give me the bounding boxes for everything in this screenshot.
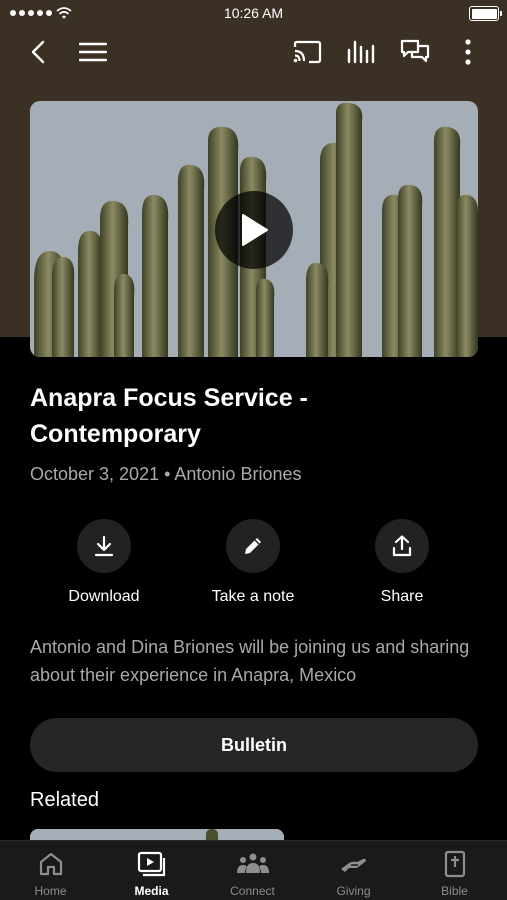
bible-icon — [443, 850, 467, 878]
tab-connect-label: Connect — [230, 884, 275, 898]
share-label: Share — [380, 588, 424, 605]
tab-media-label: Media — [134, 884, 169, 898]
video-thumbnail[interactable] — [30, 101, 478, 357]
chat-button[interactable] — [397, 36, 433, 68]
share-icon — [375, 519, 429, 573]
cast-button[interactable] — [289, 36, 325, 68]
play-icon — [242, 214, 268, 246]
take-note-label: Take a note — [211, 588, 295, 605]
connect-icon — [236, 850, 270, 878]
tab-home-label: Home — [34, 884, 67, 898]
bulletin-button[interactable]: Bulletin — [30, 718, 478, 772]
tab-bible[interactable]: Bible — [404, 841, 505, 900]
bottom-tab-bar: Home Media Connect Giving Bible — [0, 840, 507, 900]
cast-icon — [293, 40, 322, 64]
action-row: Download Take a note Share — [0, 519, 507, 611]
media-meta: October 3, 2021 • Antonio Briones — [30, 464, 302, 484]
tab-connect[interactable]: Connect — [202, 841, 303, 900]
download-button[interactable]: Download — [29, 519, 179, 606]
pencil-icon — [226, 519, 280, 573]
tab-media[interactable]: Media — [101, 841, 202, 900]
tab-giving[interactable]: Giving — [303, 841, 404, 900]
menu-icon — [79, 42, 107, 62]
status-bar: 10:26 AM — [0, 0, 507, 28]
back-button[interactable] — [20, 36, 56, 68]
back-chevron-icon — [31, 40, 45, 64]
battery-icon — [469, 6, 502, 21]
status-time: 10:26 AM — [223, 5, 284, 21]
more-icon — [465, 39, 471, 65]
tab-bible-label: Bible — [441, 884, 468, 898]
media-icon — [137, 850, 167, 878]
more-button[interactable] — [450, 36, 486, 68]
chat-icon — [400, 39, 430, 63]
tab-giving-label: Giving — [336, 884, 371, 898]
media-title: Anapra Focus Service - Contemporary — [30, 384, 308, 448]
giving-icon — [339, 850, 369, 878]
take-note-button[interactable]: Take a note — [178, 519, 328, 606]
menu-button[interactable] — [75, 36, 111, 68]
tab-home[interactable]: Home — [0, 841, 101, 900]
media-description: Antonio and Dina Briones will be joining… — [30, 637, 470, 685]
download-icon — [77, 519, 131, 573]
audio-button[interactable] — [343, 36, 379, 68]
top-nav-bar — [0, 30, 507, 74]
home-icon — [38, 850, 64, 878]
share-button[interactable]: Share — [327, 519, 477, 606]
play-button[interactable] — [215, 191, 293, 269]
related-heading: Related — [30, 789, 99, 811]
audio-icon — [347, 40, 375, 64]
download-label: Download — [68, 588, 140, 605]
